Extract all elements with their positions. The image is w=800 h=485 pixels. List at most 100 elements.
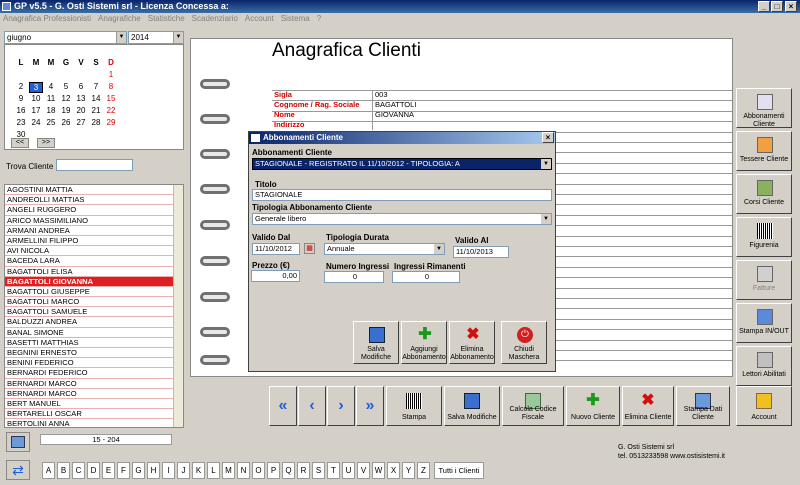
- list-item[interactable]: BERNARDI FEDERICO: [5, 368, 175, 379]
- list-item[interactable]: ARMELLINI FILIPPO: [5, 236, 175, 247]
- alphabet-letter-button[interactable]: S: [312, 462, 325, 479]
- prev-record-button[interactable]: ‹: [298, 386, 326, 426]
- search-input[interactable]: [56, 159, 133, 171]
- calendar-day[interactable]: 3: [29, 82, 43, 93]
- print-button[interactable]: Stampa: [386, 386, 442, 426]
- first-record-button[interactable]: «: [269, 386, 297, 426]
- add-subscription-button[interactable]: ✚ Aggiungi Abbonamento: [401, 321, 447, 364]
- list-item[interactable]: BENINI FEDERICO: [5, 358, 175, 369]
- minimize-button[interactable]: _: [758, 1, 770, 12]
- calendar-day[interactable]: 7: [89, 82, 103, 91]
- dialog-save-button[interactable]: Salva Modifiche: [353, 321, 399, 364]
- menu-item[interactable]: ?: [317, 14, 321, 23]
- year-select[interactable]: 2014 ▼: [128, 31, 184, 44]
- print-list-button[interactable]: [6, 432, 30, 452]
- list-item[interactable]: BANAL SIMONE: [5, 328, 175, 338]
- alphabet-letter-button[interactable]: H: [147, 462, 160, 479]
- alphabet-letter-button[interactable]: B: [57, 462, 70, 479]
- list-item[interactable]: BAGATTOLI SAMUELE: [5, 307, 175, 318]
- print-client-button[interactable]: Stampa Dati Cliente: [676, 386, 730, 426]
- list-item[interactable]: BACEDA LARA: [5, 256, 175, 267]
- menu-item[interactable]: Anagrafiche: [98, 14, 141, 23]
- list-item[interactable]: BERNARDI MARCO: [5, 389, 175, 399]
- durata-select[interactable]: Annuale ▼: [324, 243, 445, 255]
- alphabet-letter-button[interactable]: Y: [402, 462, 415, 479]
- right-nav-button[interactable]: Abbonamenti Cliente: [736, 88, 792, 128]
- calendar-day[interactable]: 27: [74, 118, 88, 127]
- right-nav-button[interactable]: Lettori Abilitati: [736, 346, 792, 386]
- calendar-day[interactable]: 1: [104, 70, 118, 79]
- list-item[interactable]: ANDREOLLI MATTIAS: [5, 195, 175, 206]
- calendar-day[interactable]: 4: [44, 82, 58, 91]
- month-select[interactable]: giugno ▼: [4, 31, 127, 44]
- alphabet-letter-button[interactable]: V: [357, 462, 370, 479]
- alphabet-letter-button[interactable]: I: [162, 462, 175, 479]
- calendar-day[interactable]: 14: [89, 94, 103, 103]
- list-item[interactable]: BAGATTOLI MARCO: [5, 297, 175, 308]
- calendar-day[interactable]: 18: [44, 106, 58, 115]
- menu-item[interactable]: Anagrafica Professionisti: [3, 14, 91, 23]
- menu-item[interactable]: Scadenziario: [192, 14, 238, 23]
- calendar-day[interactable]: 9: [14, 94, 28, 103]
- alphabet-letter-button[interactable]: N: [237, 462, 250, 479]
- dialog-close-button[interactable]: ×: [542, 132, 554, 143]
- list-item[interactable]: AVI NICOLA: [5, 246, 175, 257]
- list-item[interactable]: BERTARELLI OSCAR: [5, 409, 175, 420]
- alphabet-letter-button[interactable]: C: [72, 462, 85, 479]
- close-button[interactable]: ×: [785, 1, 797, 12]
- valido-dal-input[interactable]: 11/10/2012: [252, 243, 300, 255]
- list-item[interactable]: BAGATTOLI ELISA: [5, 267, 175, 277]
- titolo-input[interactable]: STAGIONALE: [252, 189, 552, 201]
- account-button[interactable]: Account: [736, 386, 792, 426]
- right-nav-button[interactable]: Fatture: [736, 260, 792, 300]
- rimanenti-input[interactable]: 0: [392, 271, 460, 283]
- calendar-day[interactable]: 13: [74, 94, 88, 103]
- calendar-day[interactable]: 11: [44, 94, 58, 103]
- right-nav-button[interactable]: Figurenia: [736, 217, 792, 257]
- calendar-picker-icon[interactable]: ▦: [304, 243, 315, 254]
- calendar-day[interactable]: 21: [89, 106, 103, 115]
- calendar-day[interactable]: 20: [74, 106, 88, 115]
- list-item[interactable]: AGOSTINI MATTIA: [5, 185, 175, 196]
- calendar-day[interactable]: 22: [104, 106, 118, 115]
- list-scrollbar[interactable]: [173, 185, 183, 427]
- close-dialog-button[interactable]: ⏻ Chiudi Maschera: [501, 321, 547, 364]
- alphabet-letter-button[interactable]: E: [102, 462, 115, 479]
- next-record-button[interactable]: ›: [327, 386, 355, 426]
- delete-client-button[interactable]: ✖ Elimina Cliente: [622, 386, 674, 426]
- right-nav-button[interactable]: Corsi Cliente: [736, 174, 792, 214]
- menu-item[interactable]: Sistema: [281, 14, 310, 23]
- alphabet-letter-button[interactable]: A: [42, 462, 55, 479]
- list-item[interactable]: BERT MANUEL: [5, 399, 175, 410]
- prezzo-input[interactable]: 0,00: [251, 270, 300, 282]
- list-item[interactable]: BERTOLINI ANNA: [5, 419, 175, 427]
- calendar-day[interactable]: 6: [74, 82, 88, 91]
- calendar-day[interactable]: 17: [29, 106, 43, 115]
- all-clients-button[interactable]: Tutti i Clienti: [434, 462, 484, 479]
- menu-item[interactable]: Account: [245, 14, 274, 23]
- alphabet-letter-button[interactable]: L: [207, 462, 220, 479]
- delete-subscription-button[interactable]: ✖ Elimina Abbonamento: [449, 321, 495, 364]
- calendar-day[interactable]: 5: [59, 82, 73, 91]
- last-record-button[interactable]: »: [356, 386, 384, 426]
- calendar-next-button[interactable]: >>: [37, 138, 55, 148]
- alphabet-letter-button[interactable]: U: [342, 462, 355, 479]
- calendar-day[interactable]: 15: [104, 94, 118, 103]
- list-item[interactable]: ARICO MASSIMILIANO: [5, 216, 175, 226]
- calendar-day[interactable]: 10: [29, 94, 43, 103]
- alphabet-letter-button[interactable]: Q: [282, 462, 295, 479]
- alphabet-letter-button[interactable]: T: [327, 462, 340, 479]
- alphabet-letter-button[interactable]: G: [132, 462, 145, 479]
- valido-al-input[interactable]: 11/10/2013: [453, 246, 509, 258]
- tax-code-button[interactable]: Calcola Codice Fiscale: [502, 386, 564, 426]
- alphabet-letter-button[interactable]: Z: [417, 462, 430, 479]
- list-item[interactable]: BAGATTOLI GIUSEPPE: [5, 287, 175, 298]
- calendar-day[interactable]: 2: [14, 82, 28, 91]
- alphabet-letter-button[interactable]: M: [222, 462, 235, 479]
- calendar-day[interactable]: 29: [104, 118, 118, 127]
- calendar-day[interactable]: 8: [104, 82, 118, 91]
- calendar-day[interactable]: 12: [59, 94, 73, 103]
- list-item[interactable]: BEGNINI ERNESTO: [5, 348, 175, 359]
- calendar-day[interactable]: 23: [14, 118, 28, 127]
- alphabet-letter-button[interactable]: J: [177, 462, 190, 479]
